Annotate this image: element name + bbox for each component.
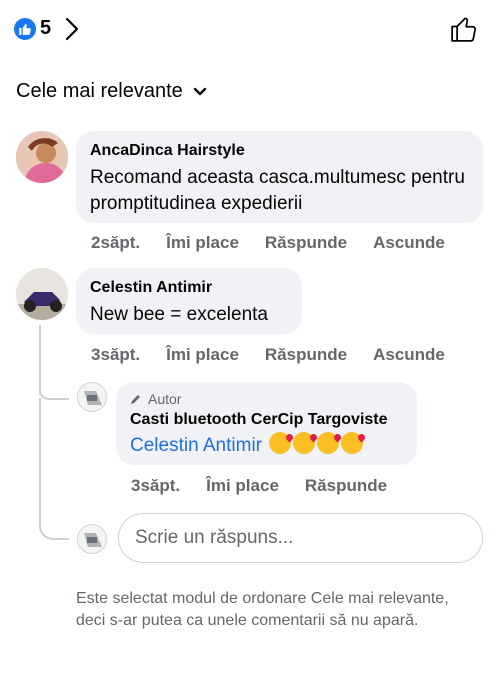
reply-button[interactable]: Răspunde (265, 233, 347, 253)
comment-bubble: AncaDinca Hairstyle Recomand aceasta cas… (76, 131, 483, 223)
page-avatar (77, 524, 107, 554)
page-avatar[interactable] (77, 382, 107, 412)
kiss-emoji-icon (293, 432, 316, 454)
chevron-down-icon (193, 87, 206, 95)
comment-timestamp[interactable]: 2săpt. (91, 233, 140, 253)
reply-input[interactable] (135, 527, 466, 549)
like-count[interactable]: 5 (40, 17, 51, 40)
thread-line (39, 325, 41, 395)
reply-bubble: Autor Casti bluetooth CerCip Targoviste … (116, 382, 417, 465)
reply-actions: 3săpt. Îmi place Răspunde (131, 476, 413, 496)
reply-button[interactable]: Răspunde (305, 476, 387, 496)
like-button-icon[interactable] (449, 14, 479, 44)
reactions-bar: 5 (0, 0, 499, 60)
thread-connector (39, 510, 69, 540)
comment-text: New bee = excelenta (90, 304, 268, 325)
avatar[interactable] (16, 268, 68, 320)
like-reply-button[interactable]: Îmi place (206, 476, 279, 496)
comment-text: Recomand aceasta casca.multumesc pentru … (90, 167, 465, 214)
reply-timestamp[interactable]: 3săpt. (131, 476, 180, 496)
comment-author[interactable]: Celestin Antimir (90, 278, 288, 298)
chevron-right-icon[interactable] (64, 16, 80, 42)
thread-line (39, 398, 41, 518)
pencil-icon (131, 395, 140, 404)
reply-author[interactable]: Casti bluetooth CerCip Targoviste (130, 410, 403, 430)
comment-bubble: Celestin Antimir New bee = excelenta (76, 268, 302, 334)
like-reaction-icon[interactable] (14, 18, 36, 40)
author-badge: Autor (130, 390, 403, 408)
reply-field[interactable] (118, 513, 483, 563)
sort-label: Cele mai relevante (16, 80, 183, 102)
comment-actions: 3săpt. Îmi place Răspunde Ascunde (91, 345, 471, 365)
comment-author[interactable]: AncaDinca Hairstyle (90, 141, 469, 161)
avatar[interactable] (16, 131, 68, 183)
sort-dropdown[interactable]: Cele mai relevante (16, 80, 207, 103)
like-comment-button[interactable]: Îmi place (166, 233, 239, 253)
thread-connector (39, 390, 69, 400)
kiss-emoji-icon (269, 432, 292, 454)
reply-text: Celestin Antimir (130, 432, 403, 459)
kiss-emoji-icon (317, 432, 340, 454)
sort-notice: Este selectat modul de ordonare Cele mai… (76, 590, 449, 629)
smiling-hearts-emoji-icon (341, 432, 364, 454)
like-comment-button[interactable]: Îmi place (166, 345, 239, 365)
comment-actions: 2săpt. Îmi place Răspunde Ascunde (91, 233, 471, 253)
mention-link[interactable]: Celestin Antimir (130, 435, 262, 456)
comment-timestamp[interactable]: 3săpt. (91, 345, 140, 365)
author-badge-label: Autor (148, 391, 182, 407)
hide-button[interactable]: Ascunde (373, 233, 445, 253)
hide-button[interactable]: Ascunde (373, 345, 445, 365)
reply-button[interactable]: Răspunde (265, 345, 347, 365)
